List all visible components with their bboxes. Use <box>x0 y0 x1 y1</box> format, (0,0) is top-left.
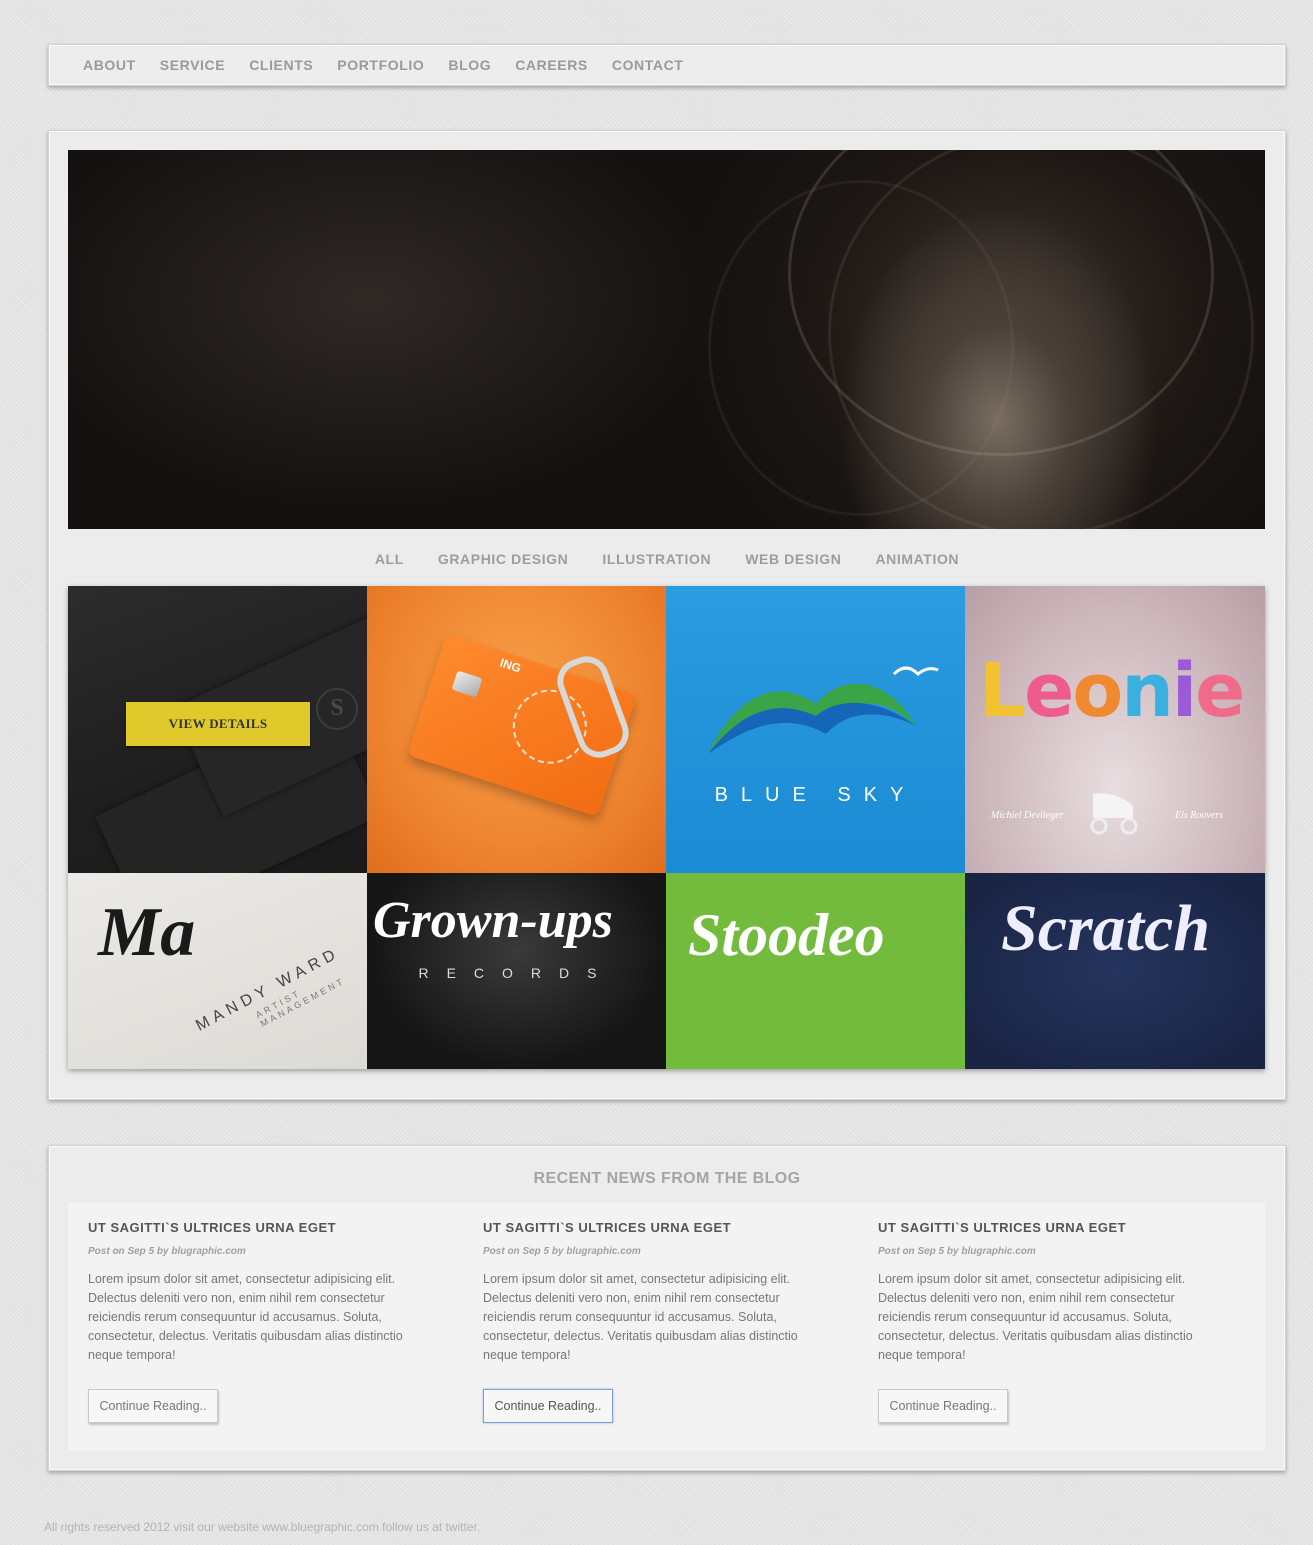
portfolio-item-leonie[interactable]: Leonie Michiel Devlieger Els Roovers <box>965 586 1265 873</box>
letter-o: o <box>1072 648 1123 734</box>
nav-item-portfolio[interactable]: PORTFOLIO <box>337 57 424 73</box>
post-excerpt: Lorem ipsum dolor sit amet, consectetur … <box>483 1272 798 1362</box>
letter-e2: e <box>1195 648 1245 734</box>
post-meta: Post on Sep 5 by blugraphic.com <box>878 1246 1036 1257</box>
letter-l: L <box>979 648 1026 734</box>
portfolio-filter-bar: ALL GRAPHIC DESIGN ILLUSTRATION WEB DESI… <box>49 551 1285 567</box>
green-script-logo: Stoodeo <box>688 902 885 968</box>
top-navigation-bar: ABOUT SERVICE CLIENTS PORTFOLIO BLOG CAR… <box>48 44 1286 86</box>
post-title[interactable]: UT SAGITTI`S ULTRICES URNA EGET <box>483 1220 731 1235</box>
post-meta: Post on Sep 5 by blugraphic.com <box>88 1246 246 1257</box>
post-title[interactable]: UT SAGITTI`S ULTRICES URNA EGET <box>88 1220 336 1235</box>
blue-sky-logo-icon <box>708 666 939 754</box>
filter-animation[interactable]: ANIMATION <box>875 551 959 567</box>
records-script-logo: Grown-ups <box>373 892 613 949</box>
nav-item-contact[interactable]: CONTACT <box>612 57 684 73</box>
continue-reading-button[interactable]: Continue Reading.. <box>878 1389 1008 1423</box>
portfolio-item-mandy-ward[interactable]: Ma MANDY WARD ARTIST MANAGEMENT <box>68 873 367 1069</box>
blog-section-title: RECENT NEWS FROM THE BLOG <box>533 1170 801 1187</box>
portfolio-item-records[interactable]: Grown-ups RECORDS <box>367 873 666 1069</box>
card-brand-text: ING <box>498 655 523 676</box>
filter-graphic-design[interactable]: GRAPHIC DESIGN <box>438 551 569 567</box>
letter-n: n <box>1121 648 1174 734</box>
post-title[interactable]: UT SAGITTI`S ULTRICES URNA EGET <box>878 1220 1126 1235</box>
blue-sky-wordmark: BLUE SKY <box>714 784 917 806</box>
continue-reading-button[interactable]: Continue Reading.. <box>483 1389 613 1423</box>
portfolio-panel: ALL GRAPHIC DESIGN ILLUSTRATION WEB DESI… <box>48 130 1286 1100</box>
filter-illustration[interactable]: ILLUSTRATION <box>602 551 711 567</box>
navy-script-logo: Scratch <box>1001 892 1211 965</box>
post-meta: Post on Sep 5 by blugraphic.com <box>483 1246 641 1257</box>
nav-item-blog[interactable]: BLOG <box>448 57 491 73</box>
continue-reading-button[interactable]: Continue Reading.. <box>88 1389 218 1423</box>
portfolio-item-dark-cards[interactable]: S VIEW DETAILS <box>68 586 367 873</box>
portfolio-item-green-script[interactable]: Stoodeo <box>666 873 965 1069</box>
records-wordmark: RECORDS <box>418 965 615 981</box>
nav-item-service[interactable]: SERVICE <box>160 57 225 73</box>
credit-right: Els Roovers <box>1175 810 1224 821</box>
post-excerpt: Lorem ipsum dolor sit amet, consectetur … <box>88 1272 403 1362</box>
nav-item-about[interactable]: ABOUT <box>83 57 136 73</box>
blog-panel: RECENT NEWS FROM THE BLOG UT SAGITTI`S U… <box>48 1145 1286 1471</box>
leonie-lettering: Leonie <box>979 648 1245 734</box>
nav-menu: ABOUT SERVICE CLIENTS PORTFOLIO BLOG CAR… <box>49 45 1285 85</box>
post-excerpt: Lorem ipsum dolor sit amet, consectetur … <box>878 1272 1193 1362</box>
portfolio-item-ing-card[interactable]: ING <box>367 586 666 873</box>
nav-item-careers[interactable]: CAREERS <box>515 57 588 73</box>
footer-text: All rights reserved 2012 visit our websi… <box>44 1520 481 1534</box>
hero-image <box>68 150 1265 529</box>
filter-web-design[interactable]: WEB DESIGN <box>745 551 841 567</box>
view-details-button[interactable]: VIEW DETAILS <box>126 702 310 746</box>
letter-i: i <box>1171 648 1197 734</box>
portfolio-item-navy-script[interactable]: Scratch <box>965 873 1265 1069</box>
portfolio-grid: S VIEW DETAILS ING BLUE SKY Leonie Michi… <box>68 586 1265 1069</box>
seal-logo: S <box>316 688 358 730</box>
mandy-script-logo: Ma <box>98 894 196 971</box>
hero-hair-detail <box>708 180 1014 516</box>
blog-posts-container: UT SAGITTI`S ULTRICES URNA EGET Post on … <box>68 1202 1265 1450</box>
stroller-icon <box>1090 793 1138 835</box>
credit-left: Michiel Devlieger <box>991 810 1064 821</box>
filter-all[interactable]: ALL <box>375 551 404 567</box>
portfolio-item-blue-sky[interactable]: BLUE SKY <box>666 586 965 873</box>
letter-e: e <box>1024 648 1074 734</box>
card-chip-icon <box>451 670 483 698</box>
nav-item-clients[interactable]: CLIENTS <box>249 57 313 73</box>
